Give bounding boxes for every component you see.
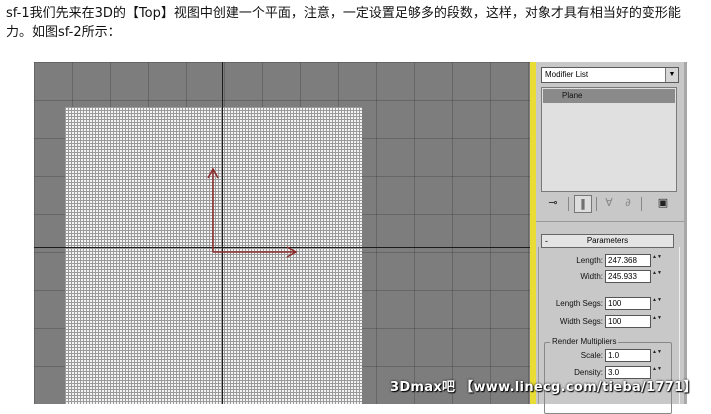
stack-item-plane[interactable]: Plane bbox=[543, 89, 675, 103]
length-label: Length: bbox=[576, 256, 603, 265]
watermark: 3Dmax吧 【www.linecg.com/tieba/1771】 bbox=[390, 380, 697, 395]
modifier-list-label: Modifier List bbox=[545, 70, 589, 79]
width-param: Width: 245.933 ▲▼ bbox=[536, 270, 676, 283]
scale-field[interactable]: 1.0 bbox=[605, 349, 651, 362]
toolbar-separator bbox=[641, 197, 642, 211]
top-viewport[interactable] bbox=[34, 62, 530, 404]
stack-toolbar: ⊸ ‖ ∀ ∂ ▣ bbox=[541, 195, 675, 213]
length-segs-field[interactable]: 100 bbox=[605, 297, 651, 310]
length-segs-spinner-icon[interactable]: ▲▼ bbox=[652, 297, 662, 310]
width-segs-param: Width Segs: 100 ▲▼ bbox=[536, 315, 676, 328]
width-spinner-icon[interactable]: ▲▼ bbox=[652, 270, 662, 283]
make-unique-icon[interactable]: ∀ bbox=[601, 195, 617, 211]
rollout-title: Parameters bbox=[586, 236, 629, 245]
toolbar-separator bbox=[596, 197, 597, 211]
collapse-icon[interactable]: - bbox=[545, 235, 548, 247]
panel-edge bbox=[684, 62, 687, 404]
length-spinner-icon[interactable]: ▲▼ bbox=[652, 254, 662, 267]
width-field[interactable]: 245.933 bbox=[605, 270, 651, 283]
panel-divider bbox=[536, 221, 684, 222]
modifier-list-dropdown[interactable]: Modifier List ▼ bbox=[541, 67, 679, 83]
show-end-result-icon[interactable]: ‖ bbox=[574, 195, 592, 213]
modifier-stack[interactable]: Plane bbox=[541, 87, 677, 192]
length-param: Length: 247.368 ▲▼ bbox=[536, 254, 676, 267]
scale-label: Scale: bbox=[580, 351, 603, 360]
width-segs-label: Width Segs: bbox=[559, 317, 603, 326]
parameters-rollout-header[interactable]: - Parameters bbox=[541, 234, 674, 248]
remove-modifier-icon[interactable]: ∂ bbox=[620, 195, 636, 211]
length-segs-label: Length Segs: bbox=[555, 299, 603, 308]
width-segs-field[interactable]: 100 bbox=[605, 315, 651, 328]
width-segs-spinner-icon[interactable]: ▲▼ bbox=[652, 315, 662, 328]
configure-modifier-sets-icon[interactable]: ▣ bbox=[655, 195, 671, 211]
chevron-down-icon[interactable]: ▼ bbox=[665, 68, 678, 82]
toolbar-separator bbox=[568, 197, 569, 211]
intro-text: sf-1我们先来在3D的【Top】视图中创建一个平面，注意，一定设置足够多的段数… bbox=[6, 6, 681, 40]
pin-stack-icon[interactable]: ⊸ bbox=[545, 195, 561, 211]
scale-param: Scale: 1.0 ▲▼ bbox=[536, 349, 676, 362]
render-multipliers-title: Render Multipliers bbox=[550, 336, 619, 348]
modify-panel: Modifier List ▼ Plane ⊸ ‖ ∀ ∂ ▣ - Parame… bbox=[536, 62, 684, 414]
scale-spinner-icon[interactable]: ▲▼ bbox=[652, 349, 662, 362]
length-field[interactable]: 247.368 bbox=[605, 254, 651, 267]
width-label: Width: bbox=[580, 272, 603, 281]
transform-gizmo[interactable] bbox=[34, 62, 530, 404]
length-segs-param: Length Segs: 100 ▲▼ bbox=[536, 297, 676, 310]
